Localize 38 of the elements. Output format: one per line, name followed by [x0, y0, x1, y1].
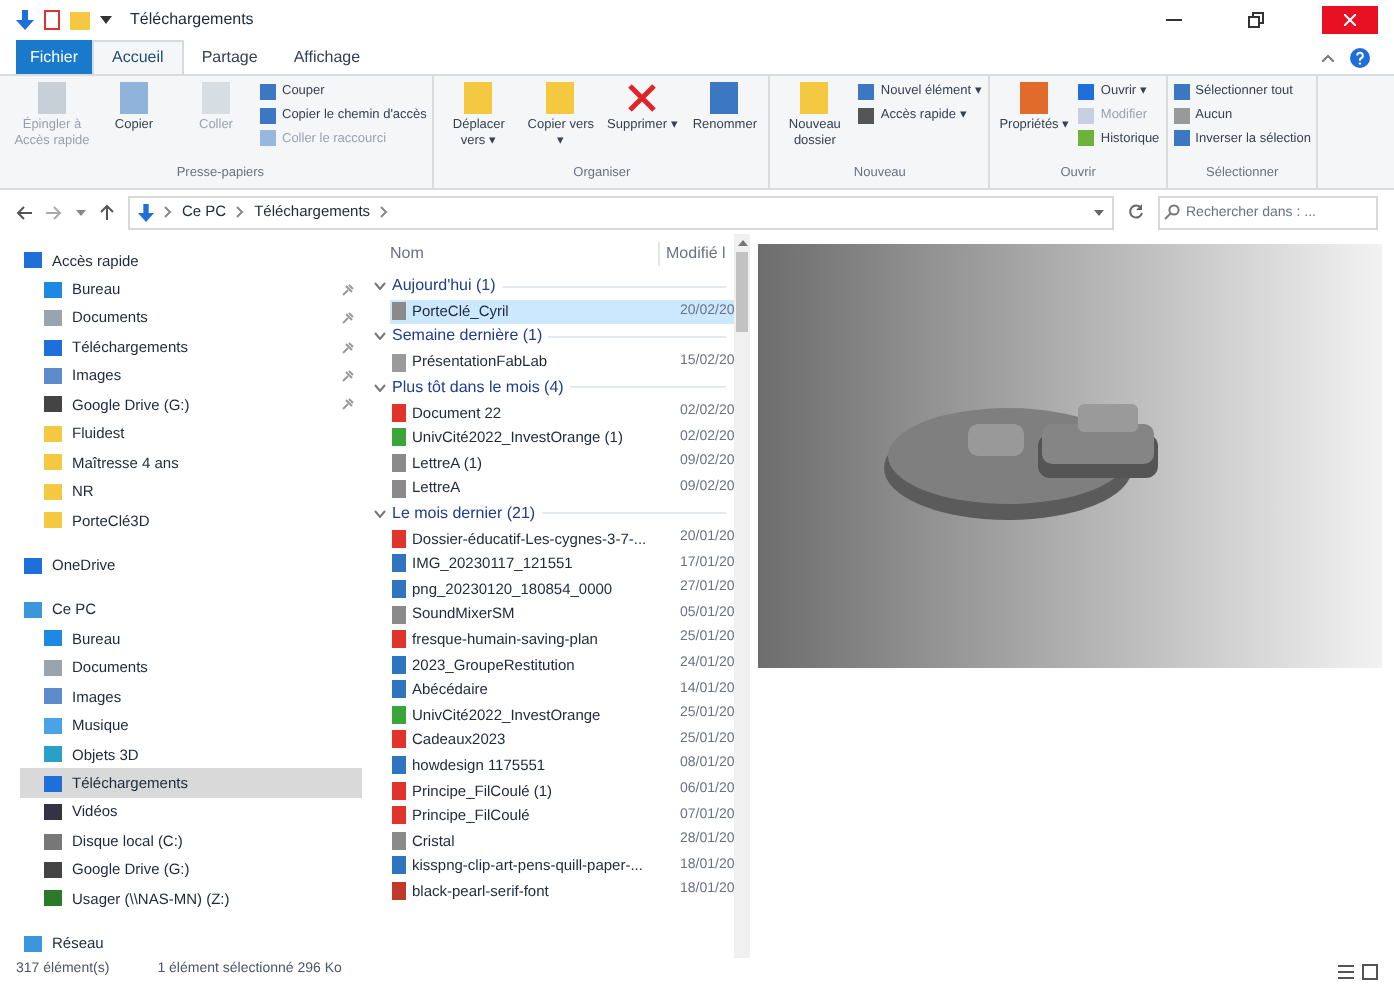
details-view-icon[interactable]: [1338, 963, 1354, 979]
group-header[interactable]: Le mois dernier (21): [392, 501, 536, 526]
search-icon: [1164, 203, 1180, 219]
document-icon[interactable]: [44, 10, 60, 30]
ribbon-tab[interactable]: Partage: [183, 40, 276, 74]
help-icon[interactable]: [1350, 48, 1370, 68]
dropdown-caret-icon[interactable]: [1094, 209, 1104, 215]
expand-caret-icon[interactable]: [374, 332, 386, 341]
scrollbar[interactable]: [734, 234, 750, 958]
chevron-icon[interactable]: [164, 206, 172, 218]
expand-caret-icon[interactable]: [374, 383, 386, 392]
group-header[interactable]: Semaine dernière (1): [392, 324, 543, 349]
close-button[interactable]: [1322, 6, 1378, 34]
forward-arrow-icon[interactable]: [46, 205, 62, 219]
ribbon-tab[interactable]: Accueil: [92, 40, 184, 74]
scroll-up-arrow-icon[interactable]: [737, 240, 748, 246]
ribbon-tab[interactable]: Fichier: [16, 40, 93, 74]
chevron-icon[interactable]: [236, 206, 245, 218]
expand-caret-icon[interactable]: [374, 509, 386, 518]
close-icon: [1344, 14, 1356, 26]
folder-icon: [800, 82, 829, 114]
chevron-icon[interactable]: [380, 206, 389, 218]
collapse-ribbon-icon[interactable]: [1322, 54, 1334, 62]
ribbon-tab[interactable]: Affichage: [275, 40, 379, 74]
back-arrow-icon[interactable]: [16, 205, 32, 219]
column-header[interactable]: Modifié l: [660, 242, 726, 266]
up-arrow-icon[interactable]: [100, 204, 114, 220]
expand-caret-icon[interactable]: [374, 282, 386, 291]
dropdown-caret-icon[interactable]: [100, 16, 112, 24]
group-header[interactable]: Plus tôt dans le mois (4): [392, 375, 564, 400]
column-header[interactable]: Nom: [370, 242, 660, 266]
restore-icon[interactable]: [1248, 12, 1264, 28]
group-header[interactable]: Aujourd'hui (1): [392, 274, 496, 299]
large-icons-view-icon[interactable]: [1362, 963, 1378, 979]
recent-caret-icon[interactable]: [76, 209, 86, 215]
window-title: Téléchargements: [130, 8, 254, 32]
refresh-icon[interactable]: [1128, 204, 1144, 220]
delete-icon: [628, 82, 657, 114]
